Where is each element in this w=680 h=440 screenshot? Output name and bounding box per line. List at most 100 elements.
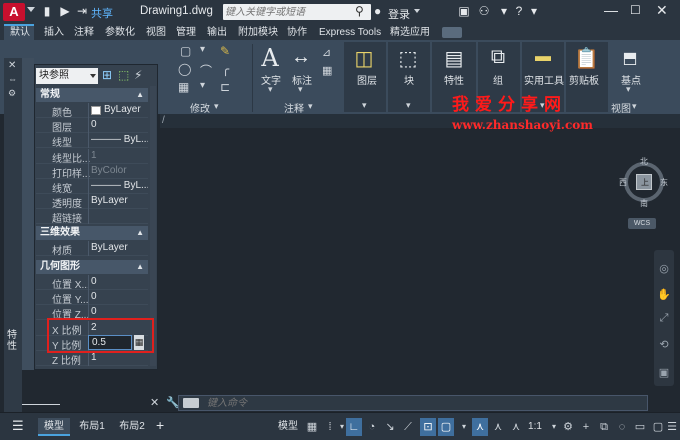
property-row[interactable]: 透明度 ByLayer bbox=[36, 194, 148, 210]
property-row[interactable]: 线型 ——— ByL... bbox=[36, 133, 148, 149]
property-row[interactable]: 超链接 bbox=[36, 209, 148, 225]
viewcube-face-label[interactable]: 上 bbox=[641, 177, 649, 188]
property-value[interactable]: 1 bbox=[91, 352, 148, 363]
object-snap-icon[interactable]: ▢ bbox=[438, 418, 454, 436]
basepoint-icon[interactable]: ⬒ bbox=[618, 48, 642, 68]
annotation-scale-value[interactable]: 1:1 bbox=[526, 418, 544, 436]
tab-parametric[interactable]: 参数化 bbox=[105, 26, 135, 40]
menu-icon[interactable]: ☰ bbox=[12, 418, 24, 434]
login-caret-icon[interactable] bbox=[414, 9, 420, 13]
palette-close-icon[interactable]: ✕ bbox=[8, 60, 16, 71]
palette-settings-icon[interactable]: ⚙ bbox=[8, 88, 16, 99]
leader-icon[interactable]: ⊿ bbox=[322, 46, 331, 59]
ortho-icon[interactable]: ∟ bbox=[346, 418, 362, 436]
select-arrow-icon[interactable] bbox=[90, 74, 96, 78]
property-row[interactable]: Z 比例 1 bbox=[36, 351, 148, 367]
property-value[interactable]: ——— ByL... bbox=[91, 134, 148, 145]
property-value[interactable]: ——— ByL... bbox=[91, 180, 148, 191]
property-value[interactable]: ByLayer bbox=[91, 104, 148, 115]
customize-icon[interactable]: ☰ bbox=[664, 418, 680, 436]
toggle-pickadd-icon[interactable]: ⊞ bbox=[102, 68, 112, 82]
utilities-label[interactable]: 实用工具 bbox=[524, 72, 564, 87]
property-row[interactable]: 线型比... 1 bbox=[36, 148, 148, 165]
section-3d-effects[interactable]: 三维效果 ▲ bbox=[36, 226, 148, 240]
login-button[interactable]: 登录 bbox=[388, 6, 410, 22]
viewcube-south-label[interactable]: 南 bbox=[640, 198, 648, 209]
app-menu-button[interactable]: A bbox=[3, 3, 25, 21]
auto-scale-icon[interactable]: ⋏ bbox=[490, 418, 506, 436]
new-file-icon[interactable]: ▮ bbox=[40, 4, 54, 18]
add-layout-icon[interactable]: + bbox=[156, 417, 164, 433]
workspace-gear-icon[interactable]: ⚙ bbox=[560, 418, 576, 436]
tab-default[interactable]: 默认 bbox=[10, 26, 30, 40]
property-value[interactable]: ByColor bbox=[91, 165, 148, 176]
tab-collaborate[interactable]: 协作 bbox=[287, 26, 307, 40]
property-row[interactable]: 图层 0 bbox=[36, 118, 148, 134]
property-row[interactable]: 打印样... ByColor bbox=[36, 163, 148, 180]
panel-title-annotation[interactable]: 注释 bbox=[284, 100, 304, 115]
view-panel-dropdown-icon[interactable]: ▾ bbox=[632, 101, 637, 112]
property-value[interactable]: 1 bbox=[91, 150, 148, 161]
block-label[interactable]: 块 bbox=[404, 72, 414, 87]
rectangle-dropdown-icon[interactable]: ▾ bbox=[200, 44, 205, 55]
search-icon[interactable]: ⚲ bbox=[355, 4, 364, 18]
tab-manage[interactable]: 管理 bbox=[176, 26, 196, 40]
table-icon[interactable]: ▦ bbox=[322, 64, 332, 77]
cart-icon[interactable]: ▣ bbox=[456, 4, 472, 18]
osnap-dropdown-icon[interactable]: ▾ bbox=[456, 418, 472, 436]
dropdown-icon[interactable]: ▾ bbox=[496, 4, 512, 18]
property-row[interactable]: 位置 X... 0 bbox=[36, 275, 148, 291]
clipboard-label[interactable]: 剪贴板 bbox=[569, 72, 599, 87]
group-label[interactable]: 组 bbox=[493, 72, 503, 87]
section-general[interactable]: 常规 ▲ bbox=[36, 88, 148, 102]
rectangle-tool-icon[interactable]: ▢ bbox=[180, 44, 191, 58]
text-tool-icon[interactable]: A bbox=[258, 44, 282, 72]
property-value[interactable]: 0 bbox=[91, 306, 148, 317]
annotation-monitor-icon[interactable]: + bbox=[578, 418, 594, 436]
tab-addins[interactable]: 附加模块 bbox=[238, 26, 278, 40]
property-value[interactable]: ByLayer bbox=[91, 195, 148, 206]
property-row[interactable]: 线宽 ——— ByL... bbox=[36, 179, 148, 195]
user-icon[interactable]: ● bbox=[374, 4, 381, 18]
ruler-icon[interactable]: ▬ bbox=[530, 48, 556, 66]
command-icon[interactable] bbox=[183, 398, 199, 408]
tab-view[interactable]: 视图 bbox=[146, 26, 166, 40]
dimension-tool-icon[interactable]: ↔ bbox=[290, 46, 312, 69]
property-value[interactable]: 0 bbox=[91, 276, 148, 287]
clipboard-icon[interactable]: 📋 bbox=[574, 46, 599, 71]
hardware-acceleration-icon[interactable]: ▭ bbox=[632, 418, 648, 436]
layers-icon[interactable]: ◫ bbox=[352, 46, 376, 71]
annotation-visibility-icon[interactable]: ⋏ bbox=[472, 418, 488, 436]
object-type-select[interactable]: 块参照 bbox=[36, 68, 98, 84]
tab-insert[interactable]: 插入 bbox=[44, 26, 64, 40]
array-dropdown-icon[interactable]: ▾ bbox=[200, 80, 205, 91]
modify-panel-dropdown-icon[interactable]: ▾ bbox=[214, 101, 219, 112]
showmotion-icon[interactable]: ▣ bbox=[656, 366, 672, 380]
quick-select-icon[interactable]: ⚡ bbox=[134, 68, 142, 82]
properties-label[interactable]: 特性 bbox=[444, 72, 464, 87]
fillet-tool-icon[interactable]: ╭ bbox=[222, 62, 229, 76]
block-dropdown-icon[interactable]: ▾ bbox=[406, 100, 411, 111]
tab-model[interactable]: 模型 bbox=[38, 418, 70, 436]
isodraft-icon[interactable]: ↘ bbox=[382, 418, 398, 436]
tab-layout1[interactable]: 布局1 bbox=[74, 418, 110, 436]
viewcube-north-label[interactable]: 北 bbox=[640, 156, 648, 167]
arc-tool-icon[interactable]: ⌒ bbox=[200, 62, 212, 79]
share-icon[interactable]: ⇥ bbox=[75, 4, 89, 18]
layers-label[interactable]: 图层 bbox=[357, 72, 377, 87]
array-tool-icon[interactable]: ▦ bbox=[178, 80, 189, 94]
dimension-dropdown-icon[interactable]: ▾ bbox=[298, 84, 303, 95]
basepoint-dropdown-icon[interactable]: ▾ bbox=[626, 84, 631, 95]
search-box[interactable] bbox=[223, 4, 371, 20]
collaborate-icon[interactable]: ⚇ bbox=[476, 4, 492, 18]
orbit-icon[interactable]: ⟲ bbox=[656, 338, 672, 352]
pencil-icon[interactable]: ✎ bbox=[220, 44, 230, 58]
close-button[interactable]: ✕ bbox=[656, 2, 668, 19]
palette-autohide-icon[interactable]: ⇔ bbox=[8, 74, 17, 84]
viewcube-west-label[interactable]: 西 bbox=[619, 177, 627, 188]
layers-dropdown-icon[interactable]: ▾ bbox=[362, 100, 367, 111]
circle-tool-icon[interactable]: ◯ bbox=[178, 62, 191, 76]
viewcube-east-label[interactable]: 东 bbox=[660, 177, 668, 188]
help-icon[interactable]: ? bbox=[511, 4, 527, 18]
tab-express-tools[interactable]: Express Tools bbox=[319, 26, 381, 40]
